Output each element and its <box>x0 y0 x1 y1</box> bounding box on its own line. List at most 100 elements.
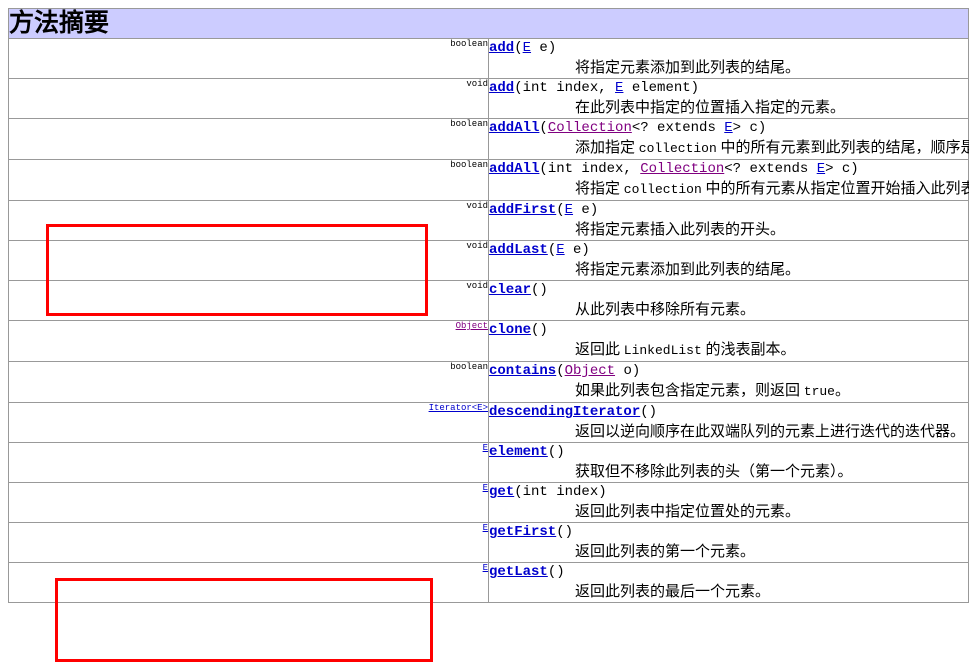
description-text: 将指定 <box>575 181 624 197</box>
method-description: 返回此列表的第一个元素。 <box>575 544 756 560</box>
param-text: > c) <box>825 161 859 177</box>
return-type-text: boolean <box>450 160 488 171</box>
signature-open: () <box>531 322 548 338</box>
method-link[interactable]: addFirst <box>489 202 556 218</box>
method-detail-cell: contains(Object o) 如果此列表包含指定元素，则返回 true。 <box>488 361 969 403</box>
param-text: element) <box>623 80 700 96</box>
param-text: <? extends <box>631 120 725 136</box>
method-link[interactable]: add <box>489 40 514 56</box>
param-type-link[interactable]: E <box>724 120 732 136</box>
description-code: true <box>803 384 835 399</box>
return-type-link[interactable]: Object <box>456 322 488 332</box>
method-description: 获取但不移除此列表的头（第一个元素）。 <box>575 464 853 480</box>
method-signature: element() <box>489 443 968 462</box>
description-text-tail: 的浅表副本。 <box>701 342 796 358</box>
return-type-cell: E <box>8 522 489 563</box>
param-text: e) <box>564 242 590 258</box>
description-text: 返回此 <box>575 342 624 358</box>
method-detail-cell: add(int index, E element) 在此列表中指定的位置插入指定的… <box>488 78 969 119</box>
signature-open: () <box>556 524 574 540</box>
return-type-cell: void <box>8 280 489 321</box>
signature-open: ( <box>556 363 565 379</box>
return-type-link[interactable]: E <box>483 564 488 574</box>
table-row: Iterator<E> descendingIterator() 返回以逆向顺序在此… <box>8 402 969 443</box>
return-type-cell: boolean <box>8 38 489 79</box>
method-signature: getFirst() <box>489 523 968 542</box>
method-link[interactable]: addLast <box>489 242 548 258</box>
method-signature: descendingIterator() <box>489 403 968 422</box>
method-description: 如果此列表包含指定元素，则返回 true。 <box>575 381 968 402</box>
method-signature: add(E e) <box>489 39 968 58</box>
signature-open: ( <box>539 120 548 136</box>
table-row: void add(int index, E element) 在此列表中指定的位置插… <box>8 78 969 119</box>
method-signature: add(int index, E element) <box>489 79 968 98</box>
return-type-cell: E <box>8 442 489 483</box>
method-signature: addAll(int index, Collection<? extends E… <box>489 160 968 179</box>
param-type-link[interactable]: E <box>523 40 531 56</box>
method-description: 从此列表中移除所有元素。 <box>575 302 756 318</box>
method-description: 将指定元素添加到此列表的结尾。 <box>575 262 801 278</box>
javadoc-method-summary-page: 方法摘要 boolean add(E e) 将指定元素添加到此列表的结尾。 void a… <box>0 0 969 662</box>
table-row: boolean addAll(int index, Collection<? ex… <box>8 159 969 201</box>
method-detail-cell: clone() 返回此 LinkedList 的浅表副本。 <box>488 320 969 362</box>
method-link[interactable]: contains <box>489 363 556 379</box>
method-signature: contains(Object o) <box>489 362 968 381</box>
method-link[interactable]: element <box>489 444 548 460</box>
return-type-cell: void <box>8 200 489 241</box>
param-text: e) <box>531 40 557 56</box>
return-type-text: void <box>466 201 488 212</box>
param-type-link[interactable]: Collection <box>548 120 632 136</box>
return-type-link[interactable]: E <box>483 484 488 494</box>
method-signature: get(int index) <box>489 483 968 502</box>
method-description: 返回此列表中指定位置处的元素。 <box>575 504 801 520</box>
method-link[interactable]: clone <box>489 322 531 338</box>
method-link[interactable]: get <box>489 484 514 500</box>
method-signature: addAll(Collection<? extends E> c) <box>489 119 968 138</box>
method-link[interactable]: clear <box>489 282 531 298</box>
param-type-link[interactable]: Object <box>565 363 615 379</box>
method-link[interactable]: getFirst <box>489 524 556 540</box>
param-text: o) <box>615 363 641 379</box>
table-row: void addLast(E e) 将指定元素添加到此列表的结尾。 <box>8 240 969 281</box>
method-detail-cell: addAll(Collection<? extends E> c) 添加指定 co… <box>488 118 969 160</box>
method-link[interactable]: descendingIterator <box>489 404 640 420</box>
method-signature: getLast() <box>489 563 968 582</box>
method-link[interactable]: addAll <box>489 161 539 177</box>
param-type-link[interactable]: E <box>565 202 573 218</box>
method-detail-cell: getLast() 返回此列表的最后一个元素。 <box>488 562 969 603</box>
method-link[interactable]: getLast <box>489 564 548 580</box>
signature-open: (int index, <box>539 161 641 177</box>
signature-open: () <box>547 564 565 580</box>
param-type-link[interactable]: Collection <box>640 161 724 177</box>
method-detail-cell: addLast(E e) 将指定元素添加到此列表的结尾。 <box>488 240 969 281</box>
page-title: 方法摘要 <box>9 10 110 37</box>
method-description: 将指定元素插入此列表的开头。 <box>575 222 786 238</box>
table-row: boolean addAll(Collection<? extends E> c)… <box>8 118 969 160</box>
description-code: collection <box>623 182 702 197</box>
param-type-link[interactable]: E <box>556 242 564 258</box>
return-type-cell: E <box>8 562 489 603</box>
table-row: EgetFirst() 返回此列表的第一个元素。 <box>8 522 969 563</box>
return-type-link[interactable]: Iterator<E> <box>429 404 488 414</box>
method-description: 返回此列表的最后一个元素。 <box>575 584 771 600</box>
method-summary-header-cell: 方法摘要 <box>8 8 969 39</box>
return-type-cell: Iterator<E> <box>8 402 489 443</box>
method-signature: clear() <box>489 281 968 300</box>
method-link[interactable]: add <box>489 80 514 96</box>
description-text: 添加指定 <box>575 140 639 156</box>
method-signature: addFirst(E e) <box>489 201 968 220</box>
param-text: e) <box>573 202 599 218</box>
description-code: collection <box>638 141 717 156</box>
signature-open: () <box>531 282 548 298</box>
table-row: void clear() 从此列表中移除所有元素。 <box>8 280 969 321</box>
method-description: 将指定 collection 中的所有元素从指定位置开始插入此列表。 <box>575 179 969 200</box>
method-detail-cell: clear() 从此列表中移除所有元素。 <box>488 280 969 321</box>
method-detail-cell: descendingIterator() 返回以逆向顺序在此双端队列的元素上进行迭… <box>488 402 969 443</box>
return-type-text: void <box>466 79 488 90</box>
signature-open: (int index) <box>514 484 607 500</box>
return-type-link[interactable]: E <box>483 444 488 454</box>
param-type-link[interactable]: E <box>817 161 825 177</box>
method-link[interactable]: addAll <box>489 120 539 136</box>
return-type-link[interactable]: E <box>483 524 488 534</box>
method-detail-cell: addAll(int index, Collection<? extends E… <box>488 159 969 201</box>
